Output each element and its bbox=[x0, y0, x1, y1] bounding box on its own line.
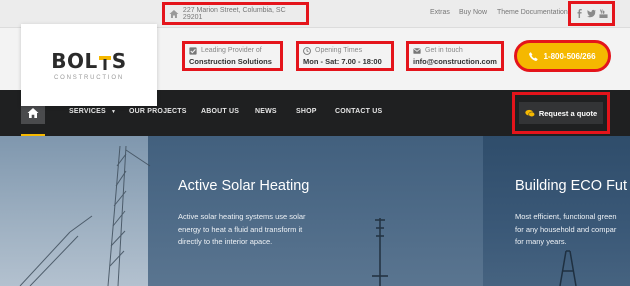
home-icon bbox=[169, 9, 179, 18]
home-icon bbox=[27, 108, 39, 118]
nav-services-label: SERVICES bbox=[69, 108, 106, 115]
slide-description-line: for any household and compar bbox=[515, 224, 617, 234]
site-header: BOL S CONSTRUCTION Leading Provider of C… bbox=[0, 24, 630, 106]
twitter-icon[interactable] bbox=[586, 9, 596, 18]
hero-slider: Active Solar Heating Active solar heatin… bbox=[0, 136, 630, 286]
phone-number: 1-800-506/266 bbox=[543, 51, 596, 61]
contact-email[interactable]: info@construction.com bbox=[413, 57, 497, 66]
next-slide-description: Most efficient, functional green for any… bbox=[515, 211, 617, 249]
social-links bbox=[568, 1, 615, 26]
slide-description-line: Most efficient, functional green bbox=[515, 212, 617, 221]
opening-times-value: Mon - Sat: 7.00 - 18:00 bbox=[303, 56, 382, 66]
slide-title: Active Solar Heating bbox=[178, 178, 310, 194]
hammer-icon bbox=[98, 52, 111, 70]
chat-icon bbox=[525, 109, 535, 117]
nav-item-contact-us[interactable]: CONTACT US bbox=[335, 108, 382, 115]
chevron-down-icon: ▼ bbox=[111, 109, 117, 115]
address-text: 227 Marion Street, Columbia, SC 29201 bbox=[182, 6, 286, 21]
buy-now-link[interactable]: Buy Now bbox=[459, 9, 487, 16]
slide-description-line: Active solar heating systems use solar bbox=[178, 212, 306, 221]
address-bar: 227 Marion Street, Columbia, SC 29201 bbox=[162, 2, 309, 25]
clock-icon bbox=[303, 46, 311, 55]
site-logo[interactable]: BOL S CONSTRUCTION bbox=[21, 24, 157, 106]
get-in-touch-label: Get in touch bbox=[425, 47, 463, 54]
logo-wordmark: BOL S bbox=[51, 49, 126, 73]
provider-info: Leading Provider of Construction Solutio… bbox=[182, 41, 283, 71]
request-quote-button[interactable]: Request a quote bbox=[519, 102, 603, 124]
check-square-icon bbox=[189, 46, 197, 55]
phone-icon bbox=[529, 51, 539, 61]
next-slide-title: Building ECO Fut bbox=[515, 178, 628, 194]
nav-item-about-us[interactable]: ABOUT US bbox=[201, 108, 239, 115]
opening-times-label: Opening Times bbox=[315, 47, 363, 54]
request-quote-label: Request a quote bbox=[538, 108, 598, 118]
request-quote-wrapper: Request a quote bbox=[512, 92, 610, 134]
contact-info: Get in touch info@construction.com bbox=[406, 41, 504, 71]
extras-link[interactable]: Extras bbox=[430, 9, 450, 16]
nav-item-our-projects[interactable]: OUR PROJECTS bbox=[129, 108, 187, 115]
logo-name-end: S bbox=[111, 49, 127, 73]
slide-description-line: for many years. bbox=[515, 237, 567, 246]
slide-description-line: directly to the interior apace. bbox=[178, 237, 273, 246]
provider-label: Leading Provider of bbox=[201, 47, 262, 54]
theme-documentation-link[interactable]: Theme Documentation bbox=[497, 9, 568, 16]
facebook-icon[interactable] bbox=[575, 9, 584, 18]
opening-hours-info: Opening Times Mon - Sat: 7.00 - 18:00 bbox=[296, 41, 394, 71]
phone-button[interactable]: 1-800-506/266 bbox=[514, 40, 611, 72]
nav-item-news[interactable]: NEWS bbox=[255, 108, 277, 115]
logo-tagline: CONSTRUCTION bbox=[54, 75, 124, 81]
slide-description-line: energy to heat a fluid and transform it bbox=[178, 224, 303, 234]
provider-value: Construction Solutions bbox=[189, 56, 272, 66]
logo-name-start: BOL bbox=[51, 49, 98, 73]
envelope-icon bbox=[413, 47, 421, 54]
youtube-icon[interactable] bbox=[599, 9, 608, 18]
nav-item-shop[interactable]: SHOP bbox=[296, 108, 317, 115]
nav-item-services[interactable]: SERVICES ▼ bbox=[69, 108, 116, 115]
slide-description: Active solar heating systems use solar e… bbox=[178, 211, 306, 249]
